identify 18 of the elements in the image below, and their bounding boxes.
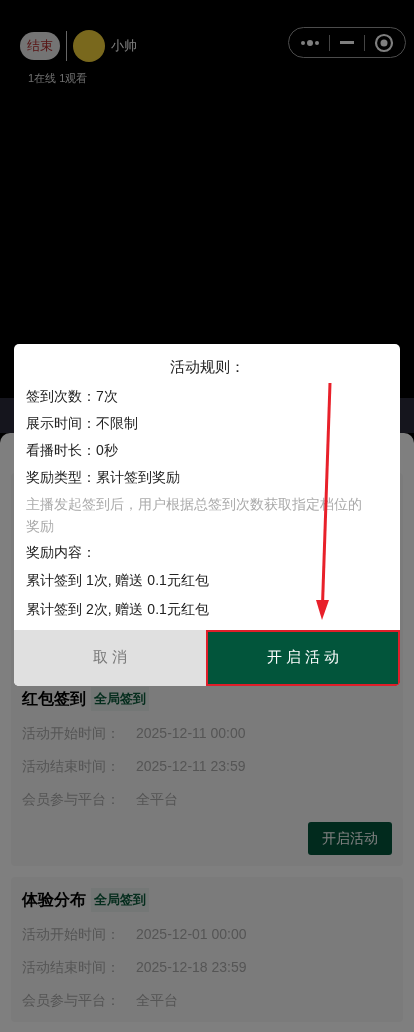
viewer-stats: 1在线 1观看 bbox=[28, 71, 89, 86]
scope-tag: 全局签到 bbox=[91, 888, 149, 912]
cancel-button[interactable]: 取 消 bbox=[14, 629, 206, 686]
activity-title: 红包签到 bbox=[22, 689, 86, 709]
end-button[interactable]: 结束 bbox=[20, 32, 60, 60]
scope-tag: 全局签到 bbox=[91, 687, 149, 711]
activity-title: 体验分布 bbox=[22, 890, 86, 910]
start-activity-button[interactable]: 开启活动 bbox=[308, 822, 392, 855]
dialog-title: 活动规则： bbox=[168, 357, 246, 377]
rule-text: 签到次数：7次 bbox=[26, 386, 119, 406]
reward-text: 累计签到 2次, 赠送 0.1元红包 bbox=[26, 599, 210, 619]
reward-text: 累计签到 1次, 赠送 0.1元红包 bbox=[26, 570, 210, 590]
rule-text: 看播时长：0秒 bbox=[26, 440, 119, 460]
rule-text: 奖励内容： bbox=[26, 542, 97, 562]
host-name: 小帅 bbox=[111, 37, 137, 56]
start-activity-button[interactable]: 开 启 活 动 bbox=[206, 629, 400, 686]
rule-text: 展示时间：不限制 bbox=[26, 413, 139, 433]
rule-text: 奖励类型：累计签到奖励 bbox=[26, 467, 181, 487]
